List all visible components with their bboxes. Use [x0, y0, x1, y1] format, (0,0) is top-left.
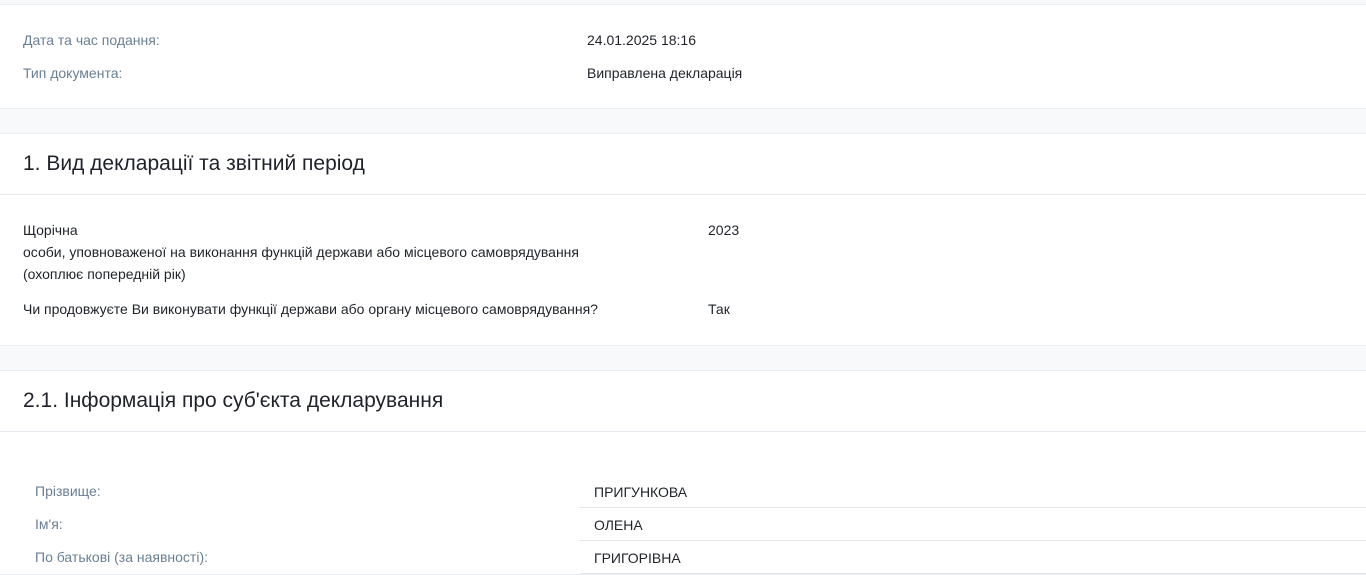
- patronymic-value: ГРИГОРІВНА: [594, 550, 681, 566]
- patronymic-label: По батькові (за наявності):: [35, 549, 209, 565]
- section-title: 2.1. Інформація про суб'єкта декларуванн…: [23, 389, 444, 412]
- declaration-kind-description: особи, уповноваженої на виконання функці…: [23, 244, 579, 282]
- surname-value: ПРИГУНКОВА: [594, 484, 688, 500]
- surname-value-cell: ПРИГУНКОВА: [580, 476, 1366, 508]
- continue-functions-answer: Так: [708, 301, 730, 317]
- section-header: 1. Вид декларації та звітний період: [0, 134, 1366, 195]
- surname-label: Прізвище:: [35, 483, 101, 499]
- submission-datetime-value: 24.01.2025 18:16: [587, 32, 696, 48]
- declaration-type-card: 1. Вид декларації та звітний період Щорі…: [0, 133, 1366, 346]
- submission-datetime-label: Дата та час подання:: [23, 32, 160, 48]
- first-name-value-cell: ОЛЕНА: [580, 509, 1366, 541]
- patronymic-value-cell: ГРИГОРІВНА: [580, 542, 1366, 574]
- declaration-kind-name: Щорічна: [23, 222, 78, 238]
- subject-info-card: 2.1. Інформація про суб'єкта декларуванн…: [0, 370, 1366, 575]
- first-name-value: ОЛЕНА: [594, 517, 643, 533]
- section-header: 2.1. Інформація про суб'єкта декларуванн…: [0, 371, 1366, 432]
- declaration-kind: Щорічна особи, уповноваженої на виконанн…: [23, 219, 643, 285]
- submission-datetime-row: Дата та час подання: 24.01.2025 18:16: [0, 29, 1366, 51]
- document-type-row: Тип документа: Виправлена декларація: [0, 62, 1366, 84]
- declaration-page: Дата та час подання: 24.01.2025 18:16 Ти…: [0, 0, 1366, 575]
- document-type-value: Виправлена декларація: [587, 65, 743, 81]
- first-name-label: Ім'я:: [35, 516, 63, 532]
- first-name-row: Ім'я: ОЛЕНА: [0, 509, 1366, 542]
- document-type-label: Тип документа:: [23, 65, 123, 81]
- submission-info-card: Дата та час подання: 24.01.2025 18:16 Ти…: [0, 4, 1366, 109]
- patronymic-row: По батькові (за наявності): ГРИГОРІВНА: [0, 542, 1366, 575]
- section-title: 1. Вид декларації та звітний період: [23, 152, 365, 175]
- continue-functions-question: Чи продовжуєте Ви виконувати функції дер…: [23, 301, 598, 317]
- surname-row: Прізвище: ПРИГУНКОВА: [0, 476, 1366, 509]
- reporting-year-value: 2023: [708, 222, 740, 238]
- declaration-type-body: Щорічна особи, уповноваженої на виконанн…: [0, 195, 1366, 345]
